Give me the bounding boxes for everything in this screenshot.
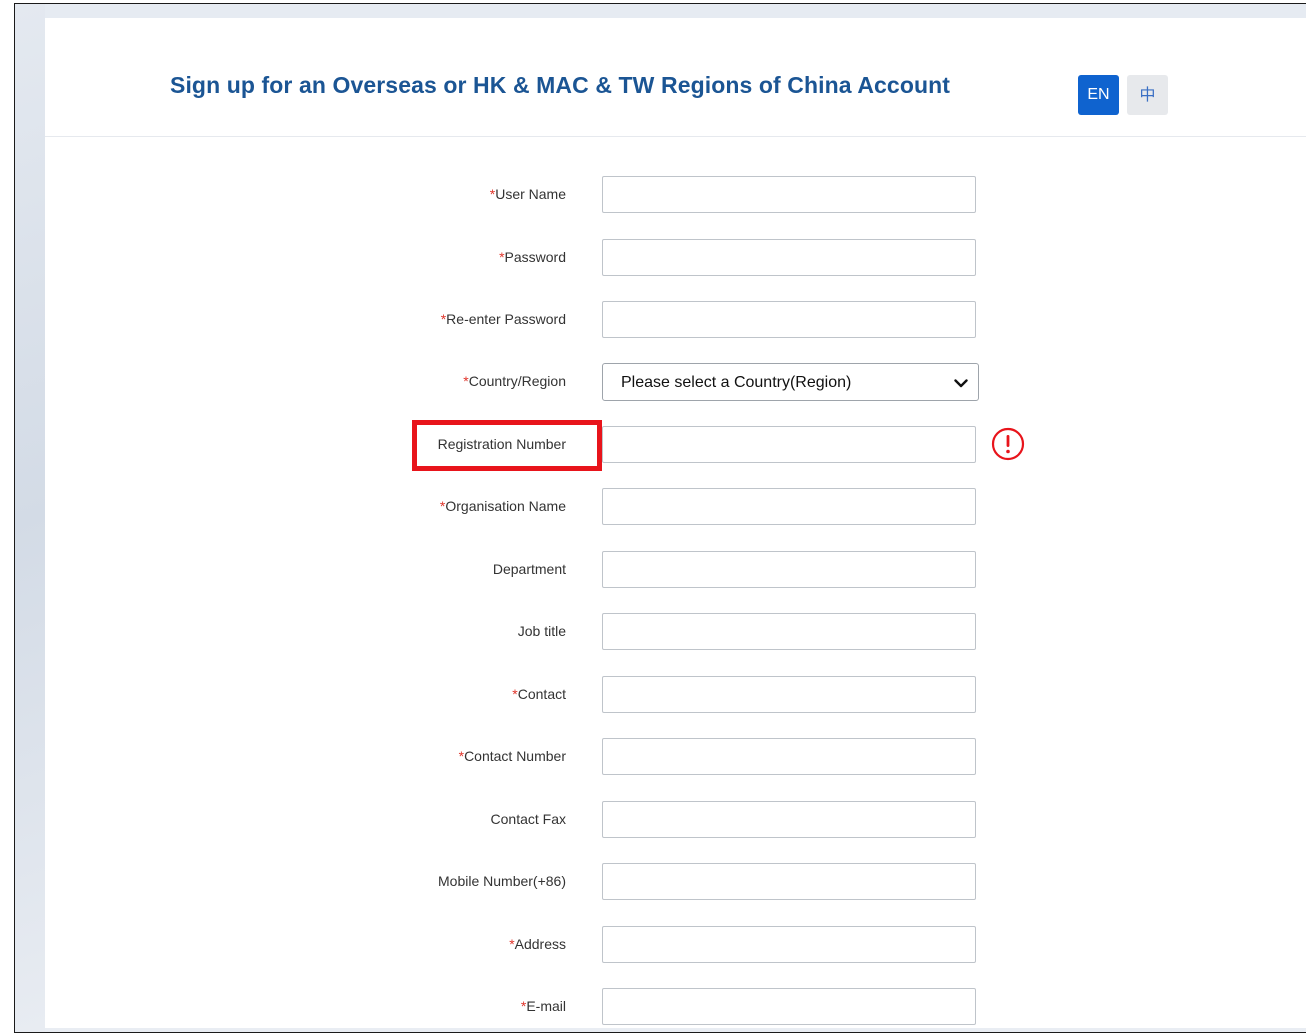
address-label: *Address <box>509 936 566 952</box>
mobile-number-input[interactable] <box>602 863 976 900</box>
form-row-job-title: Job title <box>45 613 1306 651</box>
language-zh-button[interactable]: 中 <box>1127 75 1168 115</box>
password-input[interactable] <box>602 239 976 276</box>
exclamation-circle-icon <box>991 427 1025 461</box>
language-en-button[interactable]: EN <box>1078 75 1119 115</box>
form-row-email: *E-mail <box>45 988 1306 1026</box>
form-row-organisation-name: *Organisation Name <box>45 488 1306 526</box>
label-text: Password <box>504 249 566 265</box>
contact-label: *Contact <box>512 686 566 702</box>
form-row-department: Department <box>45 551 1306 589</box>
form-row-address: *Address <box>45 926 1306 964</box>
password-label: *Password <box>499 249 566 265</box>
form-row-country-region: *Country/Region Please select a Country(… <box>45 363 1306 401</box>
job-title-input[interactable] <box>602 613 976 650</box>
form-row-contact-number: *Contact Number <box>45 738 1306 776</box>
contact-number-input[interactable] <box>602 738 976 775</box>
user-name-input[interactable] <box>602 176 976 213</box>
label-text: Country/Region <box>468 373 566 389</box>
address-input[interactable] <box>602 926 976 963</box>
label-text: Re-enter Password <box>446 311 566 327</box>
label-text: User Name <box>495 186 566 202</box>
form-row-password: *Password <box>45 239 1306 277</box>
user-name-label: *User Name <box>490 186 566 202</box>
country-region-select[interactable]: Please select a Country(Region) <box>602 363 979 401</box>
contact-number-label: *Contact Number <box>459 748 566 764</box>
registration-number-input[interactable] <box>602 426 976 463</box>
form-row-reenter-password: *Re-enter Password <box>45 301 1306 339</box>
label-text: Organisation Name <box>445 498 566 514</box>
reenter-password-label: *Re-enter Password <box>441 311 566 327</box>
chevron-down-icon <box>954 379 968 388</box>
email-label: *E-mail <box>521 998 566 1014</box>
contact-fax-label: Contact Fax <box>490 811 566 827</box>
department-input[interactable] <box>602 551 976 588</box>
label-text: E-mail <box>526 998 566 1014</box>
browser-viewport: Sign up for an Overseas or HK & MAC & TW… <box>14 3 1306 1033</box>
form-row-contact: *Contact <box>45 676 1306 714</box>
label-text: Contact <box>517 686 566 702</box>
reenter-password-input[interactable] <box>602 301 976 338</box>
email-input[interactable] <box>602 988 976 1025</box>
form-row-user-name: *User Name <box>45 176 1306 214</box>
form-row-contact-fax: Contact Fax <box>45 801 1306 839</box>
page-header: Sign up for an Overseas or HK & MAC & TW… <box>45 18 1306 137</box>
label-text: Address <box>514 936 566 952</box>
department-label: Department <box>492 561 566 577</box>
signup-panel: Sign up for an Overseas or HK & MAC & TW… <box>45 18 1306 1028</box>
country-region-label: *Country/Region <box>463 373 566 389</box>
contact-input[interactable] <box>602 676 976 713</box>
highlight-annotation-box <box>412 420 602 471</box>
organisation-name-label: *Organisation Name <box>440 498 566 514</box>
label-text: Contact Number <box>464 748 566 764</box>
form-row-registration-number: Registration Number <box>45 420 1306 471</box>
form-row-mobile-number: Mobile Number(+86) <box>45 863 1306 901</box>
country-region-selected-value: Please select a Country(Region) <box>621 374 852 391</box>
job-title-label: Job title <box>517 623 566 639</box>
page-title: Sign up for an Overseas or HK & MAC & TW… <box>170 72 951 98</box>
contact-fax-input[interactable] <box>602 801 976 838</box>
mobile-number-label: Mobile Number(+86) <box>438 873 566 889</box>
organisation-name-input[interactable] <box>602 488 976 525</box>
